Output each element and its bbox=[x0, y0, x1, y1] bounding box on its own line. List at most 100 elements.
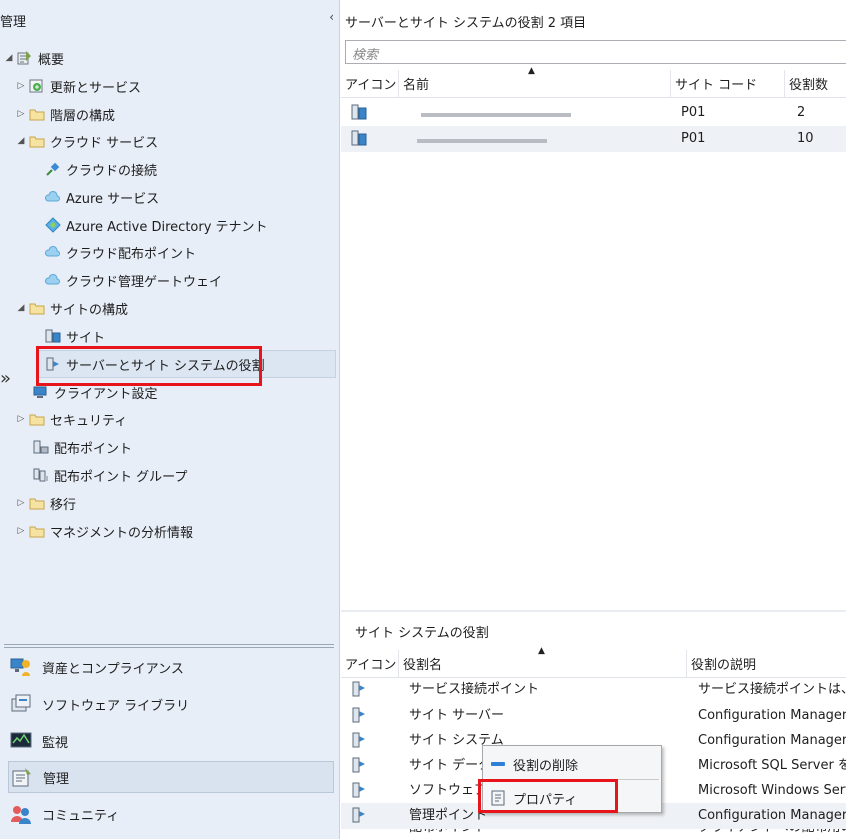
role-name: サイト サーバー bbox=[409, 708, 505, 723]
administration-icon bbox=[9, 766, 35, 788]
collapsed-toggle-icon[interactable]: ▷ bbox=[14, 526, 28, 536]
pane-splitter[interactable] bbox=[341, 610, 846, 612]
server-role-icon bbox=[44, 356, 62, 372]
role-description: Microsoft SQL Server を実 bbox=[698, 758, 846, 773]
workspace-administration[interactable]: 管理 bbox=[8, 761, 334, 793]
tree-label: 配布ポイント bbox=[54, 441, 133, 457]
tree-item-dp[interactable]: 配布ポイント bbox=[32, 435, 132, 459]
tree-label: サイト bbox=[66, 330, 106, 346]
tree-item-cmg[interactable]: クラウド管理ゲートウェイ bbox=[44, 268, 222, 292]
table-row[interactable]: P01 2 bbox=[341, 100, 846, 126]
redacted-name bbox=[417, 139, 547, 143]
site-icon bbox=[44, 328, 62, 344]
tree-label: 配布ポイント グループ bbox=[54, 469, 188, 485]
properties-icon bbox=[483, 790, 513, 806]
workspace-divider[interactable] bbox=[4, 644, 334, 648]
row-site-code: P01 bbox=[681, 105, 706, 120]
server-grid-header: アイコン 名前 サイト コード 役割数 bbox=[341, 70, 846, 98]
menu-item-properties[interactable]: プロパティ bbox=[483, 784, 663, 812]
collapsed-toggle-icon[interactable]: ▷ bbox=[14, 81, 28, 91]
nav-title: 管理 bbox=[0, 15, 27, 30]
tree-label: セキュリティ bbox=[50, 413, 128, 429]
expanded-toggle-icon[interactable]: ◢ bbox=[14, 303, 28, 313]
distribution-point-group-icon bbox=[32, 467, 50, 483]
tree-item-updates[interactable]: ▷ 更新とサービス bbox=[14, 74, 141, 98]
workspace-community[interactable]: コミュニティ bbox=[8, 798, 334, 830]
menu-item-label: プロパティ bbox=[513, 792, 578, 808]
roles-section-title: サイト システムの役割 bbox=[355, 626, 489, 641]
expand-pane-icon[interactable]: » bbox=[0, 368, 11, 389]
tree-item-client-settings[interactable]: クライアント設定 bbox=[32, 380, 157, 404]
row-role-count: 2 bbox=[797, 105, 806, 120]
tree-item-migration[interactable]: ▷ 移行 bbox=[14, 491, 76, 515]
folder-icon bbox=[28, 106, 46, 122]
sort-ascending-icon: ▲ bbox=[538, 646, 545, 656]
column-header-site-code[interactable]: サイト コード bbox=[671, 70, 785, 98]
community-icon bbox=[8, 803, 34, 825]
table-row[interactable]: サービス接続ポイント サービス接続ポイントは、Co bbox=[341, 677, 846, 703]
tree-label: 移行 bbox=[50, 497, 77, 513]
folder-icon bbox=[28, 133, 46, 149]
redacted-name bbox=[421, 113, 571, 117]
column-header-role-count[interactable]: 役割数 bbox=[785, 70, 846, 98]
plug-icon bbox=[44, 161, 62, 177]
column-header-icon[interactable]: アイコン bbox=[341, 70, 399, 98]
tree-item-security[interactable]: ▷ セキュリティ bbox=[14, 407, 128, 431]
folder-icon bbox=[28, 523, 46, 539]
tree-item-aad-tenant[interactable]: Azure Active Directory テナント bbox=[44, 213, 268, 237]
expanded-toggle-icon[interactable]: ◢ bbox=[14, 136, 28, 146]
role-description: Configuration Manager bbox=[698, 733, 846, 748]
workspace-software-library[interactable]: ソフトウェア ライブラリ bbox=[8, 688, 334, 720]
tree-item-sites[interactable]: サイト bbox=[44, 324, 105, 348]
tree-label: クラウドの接続 bbox=[66, 163, 158, 179]
sort-ascending-icon: ▲ bbox=[528, 66, 535, 76]
menu-item-label: 役割の削除 bbox=[513, 758, 579, 774]
cloud-icon bbox=[44, 189, 62, 205]
folder-icon bbox=[28, 300, 46, 316]
assets-icon bbox=[8, 656, 34, 678]
workspace-assets[interactable]: 資産とコンプライアンス bbox=[8, 651, 334, 683]
tree-item-dp-groups[interactable]: 配布ポイント グループ bbox=[32, 463, 187, 487]
cloud-icon bbox=[44, 272, 62, 288]
column-header-icon[interactable]: アイコン bbox=[341, 650, 399, 678]
table-row[interactable]: P01 10 bbox=[341, 126, 846, 152]
roles-grid-header: アイコン 役割名 役割の説明 bbox=[341, 650, 846, 678]
role-description: Configuration Manager bbox=[698, 708, 846, 723]
tree-item-cloud-services[interactable]: ◢ クラウド サービス bbox=[14, 129, 159, 153]
expanded-toggle-icon[interactable]: ◢ bbox=[2, 53, 16, 63]
client-settings-icon bbox=[32, 384, 50, 400]
tree-item-cloud-dp[interactable]: クラウド配布ポイント bbox=[44, 240, 196, 264]
role-description: Microsoft Windows Serv bbox=[698, 783, 846, 798]
remove-icon bbox=[483, 756, 513, 772]
tree-label: クライアント設定 bbox=[54, 386, 158, 402]
collapsed-toggle-icon[interactable]: ▷ bbox=[14, 109, 28, 119]
tree-item-insights[interactable]: ▷ マネジメントの分析情報 bbox=[14, 519, 193, 543]
tree-item-hierarchy[interactable]: ▷ 階層の構成 bbox=[14, 102, 115, 126]
tree-item-cloud-attach[interactable]: クラウドの接続 bbox=[44, 157, 157, 181]
menu-separator bbox=[513, 779, 659, 780]
tree-label: クラウド管理ゲートウェイ bbox=[66, 274, 223, 290]
collapsed-toggle-icon[interactable]: ▷ bbox=[14, 414, 28, 424]
column-header-name[interactable]: 名前 bbox=[399, 70, 671, 98]
collapse-pane-button[interactable]: ‹ bbox=[329, 10, 334, 24]
collapsed-toggle-icon[interactable]: ▷ bbox=[14, 498, 28, 508]
role-description: サービス接続ポイントは、Co bbox=[698, 682, 846, 697]
column-header-role-description[interactable]: 役割の説明 bbox=[687, 650, 846, 678]
tree-item-azure-services[interactable]: Azure サービス bbox=[44, 185, 159, 209]
tree-label: マネジメントの分析情報 bbox=[50, 525, 194, 541]
list-title: サーバーとサイト システムの役割 2 項目 bbox=[345, 16, 587, 31]
workspace-monitoring[interactable]: 監視 bbox=[8, 725, 334, 757]
workspace-label: コミュニティ bbox=[42, 808, 120, 824]
aad-icon bbox=[44, 217, 62, 233]
row-site-code: P01 bbox=[681, 131, 706, 146]
search-input[interactable]: 検索 bbox=[345, 40, 846, 64]
tree-label: クラウド配布ポイント bbox=[66, 246, 197, 262]
tree-item-overview[interactable]: ◢ 概要 bbox=[2, 46, 64, 70]
tree-item-server-roles[interactable]: サーバーとサイト システムの役割 bbox=[44, 352, 265, 376]
site-system-icon bbox=[351, 130, 367, 156]
menu-item-remove-role[interactable]: 役割の削除 bbox=[483, 750, 663, 778]
workspace-label: 資産とコンプライアンス bbox=[42, 661, 184, 677]
table-row[interactable]: 配布ポイント クライアントへの配布用のパ bbox=[341, 829, 846, 839]
tree-item-site-config[interactable]: ◢ サイトの構成 bbox=[14, 296, 128, 320]
table-row[interactable]: サイト サーバー Configuration Manager bbox=[341, 703, 846, 729]
